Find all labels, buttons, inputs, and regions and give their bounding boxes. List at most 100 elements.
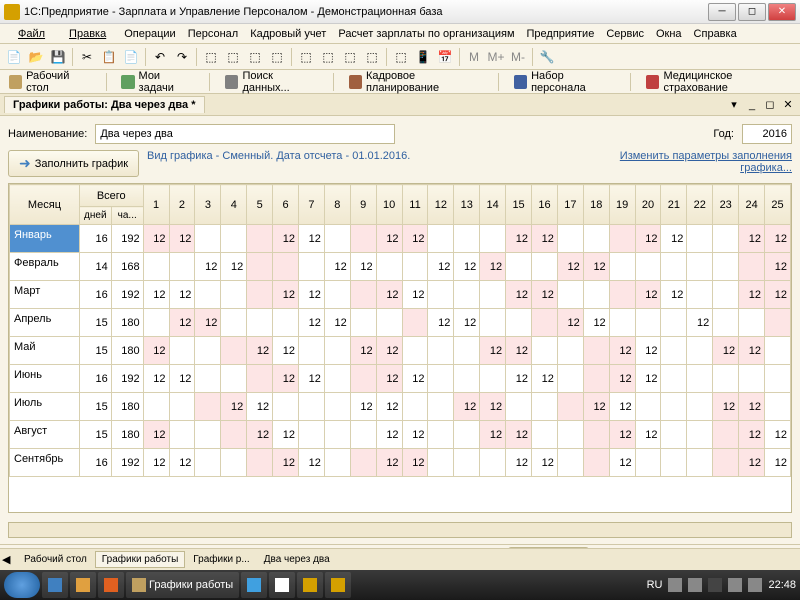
day-cell[interactable]: 12 xyxy=(273,337,299,365)
day-cell[interactable] xyxy=(247,253,273,281)
day-cell[interactable] xyxy=(454,281,480,309)
day-cell[interactable]: 12 xyxy=(273,225,299,253)
day-cell[interactable]: 12 xyxy=(583,309,609,337)
day-cell[interactable] xyxy=(635,253,661,281)
day-cell[interactable]: 12 xyxy=(299,309,325,337)
month-cell[interactable]: Сентябрь xyxy=(10,449,80,477)
paste-icon[interactable]: 📄 xyxy=(121,47,141,67)
day-cell[interactable]: 12 xyxy=(376,421,402,449)
lang-indicator[interactable]: RU xyxy=(647,579,663,591)
day-cell[interactable] xyxy=(661,393,687,421)
taskbar-app1[interactable] xyxy=(98,572,124,598)
day-cell[interactable]: 12 xyxy=(247,393,273,421)
prev-icon[interactable]: ◀ xyxy=(2,553,16,567)
day-cell[interactable]: 12 xyxy=(143,365,169,393)
day-cell[interactable]: 12 xyxy=(350,393,376,421)
day-cell[interactable] xyxy=(221,225,247,253)
day-cell[interactable]: 12 xyxy=(273,365,299,393)
change-params-link[interactable]: Изменить параметры заполнения графика... xyxy=(612,150,792,174)
nav-tasks[interactable]: Мои задачи xyxy=(116,67,199,97)
day-cell[interactable] xyxy=(324,225,350,253)
menu-kadr[interactable]: Кадровый учет xyxy=(244,28,332,40)
day-cell[interactable] xyxy=(273,253,299,281)
wtab-1[interactable]: Графики работы xyxy=(95,551,186,568)
day-cell[interactable]: 12 xyxy=(609,421,635,449)
day-cell[interactable] xyxy=(376,253,402,281)
day-cell[interactable] xyxy=(350,281,376,309)
menu-personnel[interactable]: Персонал xyxy=(182,28,245,40)
day-cell[interactable] xyxy=(713,421,739,449)
day-cell[interactable] xyxy=(195,365,221,393)
day-cell[interactable] xyxy=(324,337,350,365)
tray-icon2[interactable] xyxy=(688,578,702,592)
menu-file[interactable]: Файл xyxy=(6,28,57,40)
day-cell[interactable]: 12 xyxy=(713,393,739,421)
day-cell[interactable] xyxy=(454,225,480,253)
day-cell[interactable]: 12 xyxy=(221,253,247,281)
day-cell[interactable]: 12 xyxy=(557,309,583,337)
day-cell[interactable] xyxy=(428,281,454,309)
day-cell[interactable] xyxy=(195,449,221,477)
day-cell[interactable] xyxy=(195,281,221,309)
day-cell[interactable] xyxy=(299,253,325,281)
day-cell[interactable]: 12 xyxy=(583,393,609,421)
active-tab[interactable]: Графики работы: Два через два * xyxy=(4,96,205,113)
nav-recruit[interactable]: Набор персонала xyxy=(509,67,620,97)
day-cell[interactable] xyxy=(765,393,791,421)
tab-close-icon[interactable]: ✕ xyxy=(780,97,796,113)
day-cell[interactable] xyxy=(247,449,273,477)
open-icon[interactable]: 📂 xyxy=(26,47,46,67)
day-cell[interactable] xyxy=(428,421,454,449)
day-cell[interactable] xyxy=(583,337,609,365)
day-cell[interactable] xyxy=(350,449,376,477)
day-cell[interactable]: 12 xyxy=(169,225,195,253)
day-cell[interactable] xyxy=(609,253,635,281)
taskbar-ie[interactable] xyxy=(42,572,68,598)
day-cell[interactable]: 12 xyxy=(532,225,558,253)
day-cell[interactable]: 12 xyxy=(635,225,661,253)
day-cell[interactable]: 12 xyxy=(480,393,506,421)
day-cell[interactable]: 12 xyxy=(402,281,428,309)
day-cell[interactable] xyxy=(454,449,480,477)
day-cell[interactable] xyxy=(661,421,687,449)
clock[interactable]: 22:48 xyxy=(768,579,796,591)
day-cell[interactable] xyxy=(583,281,609,309)
day-cell[interactable]: 12 xyxy=(324,253,350,281)
day-cell[interactable]: 12 xyxy=(739,281,765,309)
day-cell[interactable] xyxy=(454,365,480,393)
day-cell[interactable] xyxy=(557,225,583,253)
day-cell[interactable] xyxy=(195,421,221,449)
day-cell[interactable]: 12 xyxy=(739,337,765,365)
nav-insurance[interactable]: Медицинское страхование xyxy=(641,67,796,97)
day-cell[interactable] xyxy=(557,421,583,449)
day-cell[interactable]: 12 xyxy=(169,365,195,393)
month-cell[interactable]: Июнь xyxy=(10,365,80,393)
day-cell[interactable]: 12 xyxy=(765,253,791,281)
m-icon[interactable]: M xyxy=(464,47,484,67)
day-cell[interactable] xyxy=(713,253,739,281)
day-cell[interactable] xyxy=(532,393,558,421)
day-cell[interactable] xyxy=(687,337,713,365)
day-cell[interactable] xyxy=(247,225,273,253)
day-cell[interactable] xyxy=(506,253,532,281)
day-cell[interactable] xyxy=(324,449,350,477)
day-cell[interactable] xyxy=(557,365,583,393)
day-cell[interactable]: 12 xyxy=(169,449,195,477)
day-cell[interactable]: 12 xyxy=(765,281,791,309)
day-cell[interactable] xyxy=(635,449,661,477)
day-cell[interactable] xyxy=(480,225,506,253)
day-cell[interactable]: 12 xyxy=(428,253,454,281)
day-cell[interactable]: 12 xyxy=(350,337,376,365)
tool5-icon[interactable]: ⬚ xyxy=(296,47,316,67)
day-cell[interactable] xyxy=(765,309,791,337)
day-cell[interactable] xyxy=(299,421,325,449)
day-cell[interactable]: 12 xyxy=(402,449,428,477)
redo-icon[interactable]: ↷ xyxy=(172,47,192,67)
day-cell[interactable] xyxy=(609,281,635,309)
day-cell[interactable]: 12 xyxy=(609,449,635,477)
day-cell[interactable] xyxy=(428,365,454,393)
day-cell[interactable]: 12 xyxy=(221,393,247,421)
day-cell[interactable] xyxy=(609,309,635,337)
day-cell[interactable]: 12 xyxy=(506,225,532,253)
day-cell[interactable]: 12 xyxy=(661,225,687,253)
